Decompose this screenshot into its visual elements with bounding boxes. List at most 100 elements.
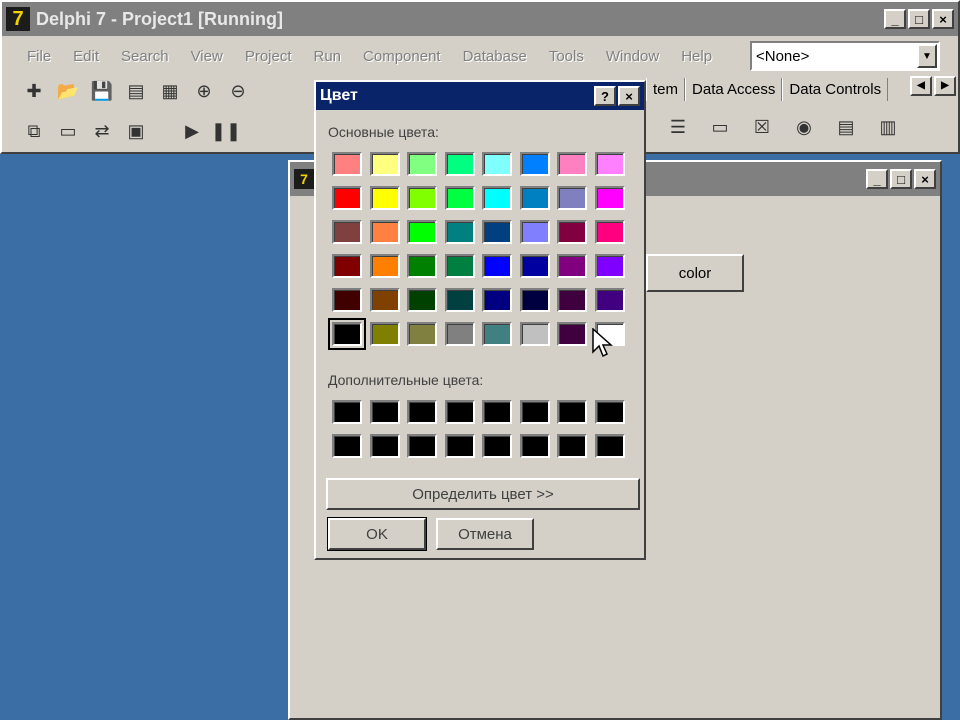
cancel-button[interactable]: Отмена	[436, 518, 534, 550]
custom-color-swatch[interactable]	[407, 434, 437, 458]
add-file-icon[interactable]: ⊕	[190, 78, 218, 104]
basic-color-swatch[interactable]	[594, 288, 625, 312]
form-close-button[interactable]: ×	[914, 169, 936, 189]
memo-component-icon[interactable]: ☰	[662, 114, 694, 140]
basic-color-swatch[interactable]	[519, 220, 550, 244]
basic-color-swatch[interactable]	[519, 186, 550, 210]
basic-color-swatch[interactable]	[557, 186, 587, 210]
maximize-button[interactable]: □	[908, 9, 930, 29]
menu-edit[interactable]: Edit	[62, 46, 110, 67]
custom-color-swatch[interactable]	[557, 434, 587, 458]
dialog-close-button[interactable]: ×	[618, 86, 640, 106]
basic-color-swatch[interactable]	[332, 152, 362, 176]
run-icon[interactable]: ▶	[178, 118, 206, 144]
save-all-icon[interactable]: ▦	[156, 78, 184, 104]
custom-color-swatch[interactable]	[332, 434, 362, 458]
color-button[interactable]: color	[646, 254, 744, 292]
basic-color-swatch[interactable]	[482, 254, 512, 278]
basic-color-swatch[interactable]	[482, 322, 512, 346]
define-custom-colors-button[interactable]: Определить цвет >>	[326, 478, 640, 510]
basic-color-swatch[interactable]	[482, 220, 512, 244]
basic-color-swatch[interactable]	[328, 318, 366, 350]
basic-color-swatch[interactable]	[369, 152, 400, 176]
custom-color-swatch[interactable]	[519, 434, 550, 458]
basic-color-swatch[interactable]	[332, 288, 362, 312]
minimize-button[interactable]: _	[884, 9, 906, 29]
custom-color-swatch[interactable]	[369, 400, 400, 424]
open-project-icon[interactable]: ▤	[122, 78, 150, 104]
form-maximize-button[interactable]: □	[890, 169, 912, 189]
view-unit-icon[interactable]: ⧉	[20, 118, 48, 144]
basic-color-swatch[interactable]	[369, 322, 400, 346]
menu-run[interactable]: Run	[303, 46, 353, 67]
basic-color-swatch[interactable]	[594, 220, 625, 244]
basic-color-swatch[interactable]	[519, 152, 550, 176]
desktop-combo[interactable]: <None> ▼	[750, 41, 940, 71]
basic-color-swatch[interactable]	[444, 152, 475, 176]
basic-color-swatch[interactable]	[519, 254, 550, 278]
menu-tools[interactable]: Tools	[538, 46, 595, 67]
custom-color-swatch[interactable]	[557, 400, 587, 424]
chevron-right-icon[interactable]: ▶	[934, 76, 956, 96]
menu-help[interactable]: Help	[670, 46, 723, 67]
close-button[interactable]: ×	[932, 9, 954, 29]
save-icon[interactable]: 💾	[88, 78, 116, 104]
ide-title-bar[interactable]: 7 Delphi 7 - Project1 [Running] _ □ ×	[2, 2, 958, 36]
open-icon[interactable]: 📂	[54, 78, 82, 104]
menu-search[interactable]: Search	[110, 46, 180, 67]
ok-button[interactable]: OK	[327, 517, 427, 551]
basic-color-swatch[interactable]	[407, 254, 437, 278]
button-component-icon[interactable]: ▭	[704, 114, 736, 140]
basic-color-swatch[interactable]	[519, 322, 550, 346]
menu-project[interactable]: Project	[234, 46, 303, 67]
basic-color-swatch[interactable]	[444, 220, 475, 244]
custom-color-swatch[interactable]	[482, 434, 512, 458]
help-button[interactable]: ?	[594, 86, 616, 106]
remove-file-icon[interactable]: ⊖	[224, 78, 252, 104]
chevron-down-icon[interactable]: ▼	[917, 44, 937, 68]
custom-color-swatch[interactable]	[594, 400, 625, 424]
basic-color-swatch[interactable]	[444, 322, 475, 346]
basic-color-swatch[interactable]	[332, 186, 362, 210]
custom-color-swatch[interactable]	[407, 400, 437, 424]
basic-color-swatch[interactable]	[557, 254, 587, 278]
basic-color-swatch[interactable]	[369, 288, 400, 312]
form-minimize-button[interactable]: _	[866, 169, 888, 189]
basic-color-swatch[interactable]	[557, 152, 587, 176]
basic-color-swatch[interactable]	[482, 152, 512, 176]
basic-color-swatch[interactable]	[482, 186, 512, 210]
basic-color-swatch[interactable]	[594, 152, 625, 176]
new-icon[interactable]: ✚	[20, 78, 48, 104]
basic-color-swatch[interactable]	[444, 288, 475, 312]
combobox-component-icon[interactable]: ▥	[872, 114, 904, 140]
basic-color-swatch[interactable]	[557, 288, 587, 312]
basic-color-swatch[interactable]	[369, 254, 400, 278]
basic-color-swatch[interactable]	[332, 254, 362, 278]
basic-color-swatch[interactable]	[332, 220, 362, 244]
checkbox-component-icon[interactable]: ☒	[746, 114, 778, 140]
basic-color-swatch[interactable]	[407, 288, 437, 312]
tab-system[interactable]: tem	[646, 78, 686, 101]
radio-component-icon[interactable]: ◉	[788, 114, 820, 140]
basic-color-swatch[interactable]	[407, 220, 437, 244]
new-form-icon[interactable]: ▣	[122, 118, 150, 144]
pause-icon[interactable]: ❚❚	[211, 118, 241, 144]
basic-color-swatch[interactable]	[594, 186, 625, 210]
menu-view[interactable]: View	[180, 46, 234, 67]
toggle-form-icon[interactable]: ⇄	[88, 118, 116, 144]
basic-color-swatch[interactable]	[557, 220, 587, 244]
custom-color-swatch[interactable]	[332, 400, 362, 424]
custom-color-swatch[interactable]	[444, 434, 475, 458]
custom-color-swatch[interactable]	[482, 400, 512, 424]
custom-color-swatch[interactable]	[519, 400, 550, 424]
menu-database[interactable]: Database	[452, 46, 538, 67]
basic-color-swatch[interactable]	[482, 288, 512, 312]
menu-file[interactable]: File	[16, 46, 62, 67]
basic-color-swatch[interactable]	[444, 254, 475, 278]
custom-color-swatch[interactable]	[444, 400, 475, 424]
basic-color-swatch[interactable]	[557, 322, 587, 346]
dialog-title-bar[interactable]: Цвет ? ×	[316, 82, 644, 110]
tab-data-controls[interactable]: Data Controls	[782, 78, 889, 101]
custom-color-swatch[interactable]	[594, 434, 625, 458]
tab-data-access[interactable]: Data Access	[685, 78, 783, 101]
